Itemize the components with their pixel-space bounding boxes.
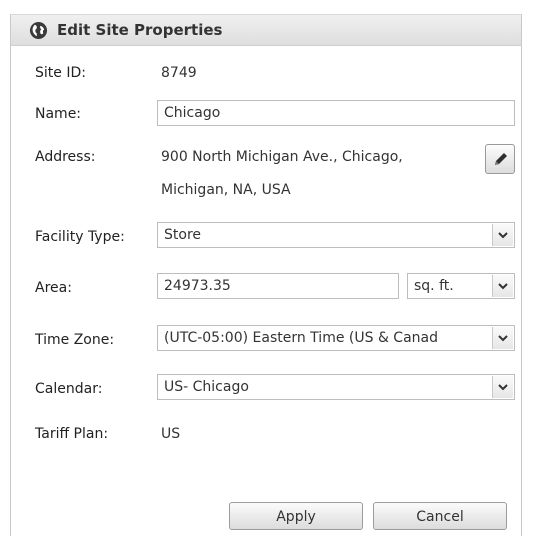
area-label: Area: [35, 280, 72, 296]
calendar-select[interactable]: US- Chicago [157, 374, 515, 400]
time-zone-select[interactable]: (UTC-05:00) Eastern Time (US & Canad [157, 325, 515, 351]
site-id-label: Site ID: [35, 65, 86, 81]
site-id-value: 8749 [161, 65, 197, 81]
chevron-down-icon[interactable] [492, 327, 513, 349]
chevron-down-icon[interactable] [492, 224, 513, 246]
tariff-plan-value: US [161, 426, 181, 442]
dialog-title: Edit Site Properties [57, 21, 223, 39]
area-unit-selected: sq. ft. [414, 278, 454, 294]
address-label: Address: [35, 149, 96, 165]
globe-icon [29, 21, 48, 40]
area-unit-select[interactable]: sq. ft. [407, 273, 515, 299]
apply-button[interactable]: Apply [229, 502, 363, 530]
edit-site-properties-dialog: Edit Site Properties Site ID: 8749 Name:… [10, 14, 522, 536]
name-input[interactable] [157, 100, 515, 126]
dialog-header: Edit Site Properties [11, 14, 521, 46]
facility-type-select[interactable]: Store [157, 222, 515, 248]
time-zone-label: Time Zone: [35, 332, 115, 348]
calendar-selected: US- Chicago [164, 379, 249, 395]
address-line1: 900 North Michigan Ave., Chicago, [161, 149, 403, 165]
edit-address-button[interactable] [485, 144, 515, 174]
tariff-plan-label: Tariff Plan: [35, 426, 109, 442]
time-zone-selected: (UTC-05:00) Eastern Time (US & Canad [164, 330, 438, 346]
address-line2: Michigan, NA, USA [161, 182, 291, 198]
pencil-icon [495, 153, 507, 165]
calendar-label: Calendar: [35, 381, 103, 397]
cancel-button[interactable]: Cancel [373, 502, 507, 530]
area-input[interactable] [157, 273, 399, 299]
facility-type-label: Facility Type: [35, 229, 125, 245]
chevron-down-icon[interactable] [492, 376, 513, 398]
chevron-down-icon[interactable] [492, 275, 513, 297]
facility-type-selected: Store [164, 227, 202, 243]
name-label: Name: [35, 106, 82, 122]
